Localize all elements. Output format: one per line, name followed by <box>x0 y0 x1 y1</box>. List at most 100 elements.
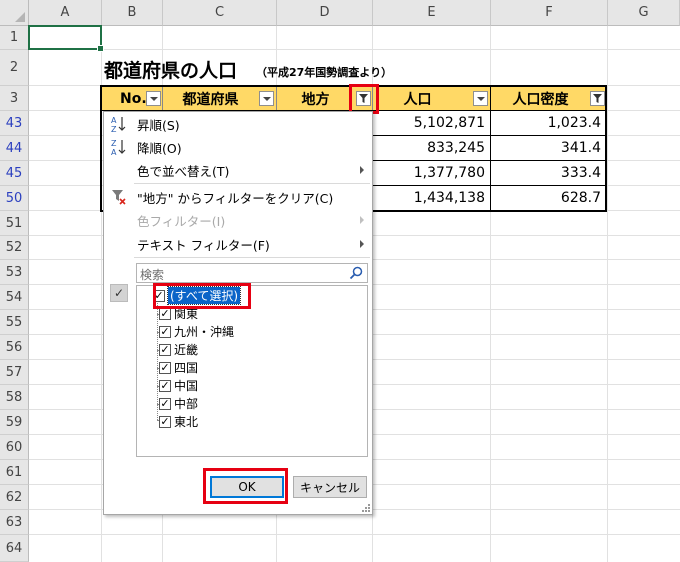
menu-text-filter[interactable]: テキスト フィルター(F) <box>104 233 372 255</box>
submenu-arrow-icon <box>360 240 364 248</box>
density-cell[interactable]: 628.7 <box>491 186 607 210</box>
svg-text:A: A <box>111 116 117 125</box>
svg-text:Z: Z <box>111 139 117 148</box>
row-header[interactable]: 57 <box>0 360 29 385</box>
filter-dropdown-prefecture[interactable] <box>259 91 274 106</box>
sheet-title: 都道府県の人口 <box>104 60 238 82</box>
density-cell[interactable]: 341.4 <box>491 136 607 160</box>
autofilter-menu: A Z 昇順(S) Z A 降順(O) 色で並べ替え(T) "地方" からフィル… <box>103 111 373 515</box>
row-header[interactable]: 1 <box>0 26 29 50</box>
filter-item-label: 関東 <box>174 307 199 321</box>
population-cell[interactable]: 1,377,780 <box>373 161 491 185</box>
menu-sort-by-color-label: 色で並べ替え(T) <box>137 163 230 179</box>
select-all-corner[interactable] <box>0 0 29 26</box>
density-cell[interactable]: 1,023.4 <box>491 111 607 135</box>
filter-item[interactable]: ✓ 中国 <box>159 377 198 394</box>
column-header-g[interactable]: G <box>608 0 680 26</box>
row-header[interactable]: 50 <box>0 186 29 211</box>
filter-item-label: 九州・沖縄 <box>174 325 235 339</box>
column-header-c[interactable]: C <box>163 0 277 26</box>
row-header[interactable]: 60 <box>0 435 29 460</box>
filter-item[interactable]: ✓ 中部 <box>159 395 198 412</box>
row-header[interactable]: 64 <box>0 535 29 562</box>
filter-item-label: 四国 <box>174 361 199 375</box>
column-header-e[interactable]: E <box>373 0 491 26</box>
checkmark-icon: ✓ <box>110 284 128 302</box>
row-header[interactable]: 51 <box>0 211 29 236</box>
population-cell[interactable]: 833,245 <box>373 136 491 160</box>
filter-dropdown-population[interactable] <box>473 91 488 106</box>
filter-item[interactable]: ✓ 東北 <box>159 413 198 430</box>
header-no-label: No. <box>120 90 147 107</box>
checkbox-checked-icon: ✓ <box>159 306 171 320</box>
filter-value-list[interactable]: ✓ (すべて選択) ✓ 関東 ✓ 九州・沖縄 ✓ 近畿 ✓ 四国 ✓ 中国 ✓ … <box>136 285 368 457</box>
search-placeholder: 検索 <box>140 268 165 282</box>
row-header[interactable]: 62 <box>0 485 29 510</box>
funnel-icon <box>593 94 602 103</box>
menu-sort-descending[interactable]: Z A 降順(O) <box>104 136 372 158</box>
row-header[interactable]: 58 <box>0 385 29 410</box>
checkbox-checked-icon: ✓ <box>159 342 171 356</box>
menu-color-filter-label: 色フィルター(I) <box>137 213 226 229</box>
population-cell[interactable]: 1,434,138 <box>373 186 491 210</box>
checkbox-checked-icon: ✓ <box>159 360 171 374</box>
checkbox-checked-icon: ✓ <box>159 324 171 338</box>
filter-dropdown-region[interactable] <box>356 91 371 106</box>
filter-item-select-all[interactable]: ✓ (すべて選択) <box>153 286 242 305</box>
filter-item-label: (すべて選択) <box>166 286 242 305</box>
active-cell-a1[interactable] <box>28 25 104 52</box>
clear-filter-icon <box>110 188 128 206</box>
column-header-f[interactable]: F <box>491 0 608 26</box>
submenu-arrow-icon <box>360 166 364 174</box>
population-cell[interactable]: 5,102,871 <box>373 111 491 135</box>
checkbox-checked-icon: ✓ <box>159 414 171 428</box>
menu-sort-by-color[interactable]: 色で並べ替え(T) <box>104 159 372 181</box>
filter-item-label: 近畿 <box>174 343 199 357</box>
density-cell[interactable]: 333.4 <box>491 161 607 185</box>
row-header[interactable]: 2 <box>0 50 29 86</box>
row-header[interactable]: 56 <box>0 335 29 360</box>
svg-text:A: A <box>111 148 117 156</box>
menu-separator <box>134 183 370 184</box>
ok-button[interactable]: OK <box>210 476 284 498</box>
menu-sort-descending-label: 降順(O) <box>137 140 182 156</box>
filter-item[interactable]: ✓ 近畿 <box>159 341 198 358</box>
column-header-a[interactable]: A <box>29 0 102 26</box>
menu-separator <box>134 257 370 258</box>
row-header[interactable]: 61 <box>0 460 29 485</box>
menu-color-filter[interactable]: 色フィルター(I) <box>104 209 372 231</box>
filter-dropdown-no[interactable] <box>146 91 161 106</box>
svg-text:Z: Z <box>111 125 117 133</box>
search-icon <box>349 266 363 280</box>
row-header[interactable]: 44 <box>0 136 29 161</box>
header-region: 地方 <box>277 86 373 111</box>
funnel-icon <box>359 94 368 103</box>
checkbox-checked-icon: ✓ <box>159 396 171 410</box>
row-header[interactable]: 43 <box>0 111 29 136</box>
filter-item[interactable]: ✓ 四国 <box>159 359 198 376</box>
header-population: 人口 <box>373 86 491 111</box>
column-header-d[interactable]: D <box>277 0 373 26</box>
row-header[interactable]: 55 <box>0 310 29 335</box>
filter-item[interactable]: ✓ 関東 <box>159 305 198 322</box>
menu-sort-ascending[interactable]: A Z 昇順(S) <box>104 113 372 135</box>
row-header[interactable]: 3 <box>0 86 29 111</box>
row-header[interactable]: 54 <box>0 285 29 310</box>
cancel-button[interactable]: キャンセル <box>293 476 367 498</box>
row-header[interactable]: 59 <box>0 410 29 435</box>
filter-item-label: 中国 <box>174 379 199 393</box>
row-header[interactable]: 52 <box>0 236 29 260</box>
row-header[interactable]: 45 <box>0 161 29 186</box>
row-header[interactable]: 53 <box>0 260 29 285</box>
resize-grip-icon[interactable] <box>362 504 370 512</box>
filter-dropdown-density[interactable] <box>590 91 605 106</box>
filter-item[interactable]: ✓ 九州・沖縄 <box>159 323 234 340</box>
column-header-b[interactable]: B <box>102 0 163 26</box>
menu-clear-filter-label: "地方" からフィルターをクリア(C) <box>137 190 334 206</box>
filter-search-box[interactable]: 検索 <box>136 263 368 283</box>
header-density-label: 人口密度 <box>512 91 569 108</box>
menu-clear-filter[interactable]: "地方" からフィルターをクリア(C) <box>104 186 372 208</box>
sheet-subtitle: （平成27年国勢調査より） <box>256 66 393 79</box>
filter-item-label: 東北 <box>174 415 199 429</box>
row-header[interactable]: 63 <box>0 510 29 535</box>
